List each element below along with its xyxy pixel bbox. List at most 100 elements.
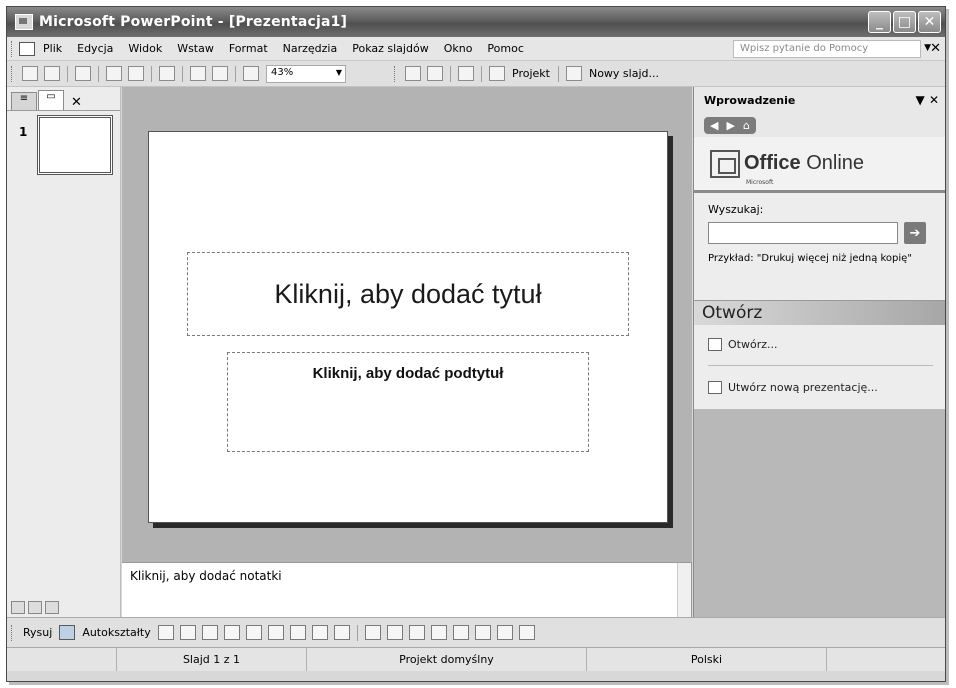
notes-scrollbar[interactable] (677, 563, 691, 617)
standard-toolbar: 43% ▼ Projekt Nowy slajd... (7, 61, 945, 87)
back-icon[interactable]: ◀ (710, 119, 718, 132)
menu-slideshow[interactable]: Pokaz slajdów (352, 42, 428, 55)
zoom-dropdown-icon[interactable]: ▼ (336, 68, 342, 77)
picture-icon[interactable] (333, 625, 350, 640)
tab-slides[interactable]: ▭ (38, 90, 64, 110)
task-pane-header: Wprowadzenie ▼ ✕ (694, 87, 945, 113)
document-close-icon[interactable]: ✕ (930, 41, 941, 56)
copy-icon[interactable] (106, 66, 122, 81)
normal-view-icon[interactable] (11, 601, 25, 614)
task-pane-menu-icon[interactable]: ▼ ✕ (916, 93, 939, 107)
shadow-icon[interactable] (496, 625, 513, 640)
search-go-button[interactable]: ➔ (904, 222, 926, 244)
status-language: Polski (587, 648, 827, 671)
3d-icon[interactable] (518, 625, 535, 640)
line-color-icon[interactable] (386, 625, 403, 640)
status-design: Projekt domyślny (307, 648, 587, 671)
search-input[interactable] (708, 222, 898, 244)
diagram-icon[interactable] (289, 625, 306, 640)
design-icon[interactable] (489, 66, 505, 81)
print-icon[interactable] (75, 66, 91, 81)
insert-table-icon[interactable] (212, 66, 228, 81)
insert-chart-icon[interactable] (190, 66, 206, 81)
design-button[interactable]: Projekt (512, 67, 550, 80)
close-button[interactable]: ✕ (918, 11, 941, 33)
toolbar-separator (557, 65, 559, 82)
arrow-icon[interactable] (179, 625, 196, 640)
search-section: Wyszukaj: ➔ Przykład: "Drukuj więcej niż… (694, 193, 945, 301)
undo-icon[interactable] (159, 66, 175, 81)
line-style-icon[interactable] (430, 625, 447, 640)
textbox-icon[interactable] (245, 625, 262, 640)
powerpoint-app-icon[interactable] (15, 14, 33, 30)
fill-color-icon[interactable] (364, 625, 381, 640)
select-objects-icon[interactable] (59, 625, 76, 640)
office-online-logo[interactable]: Office Online (694, 137, 945, 193)
font-color-icon[interactable] (408, 625, 425, 640)
notes-pane[interactable]: Kliknij, aby dodać notatki (122, 562, 692, 617)
new-slide-button[interactable]: Nowy slajd... (589, 67, 659, 80)
clipart-icon[interactable] (311, 625, 328, 640)
oval-icon[interactable] (223, 625, 240, 640)
menu-format[interactable]: Format (229, 42, 268, 55)
grid-icon[interactable] (243, 66, 259, 81)
paste-icon[interactable] (128, 66, 144, 81)
wordart-icon[interactable] (267, 625, 284, 640)
slide-thumbnail[interactable] (37, 115, 113, 175)
menu-bar: Plik Edycja Widok Wstaw Format Narzędzia… (7, 37, 945, 61)
forward-icon[interactable]: ▶ (726, 119, 734, 132)
menu-file[interactable]: Plik (43, 42, 62, 55)
subtitle-placeholder[interactable]: Kliknij, aby dodać podtytuł (227, 352, 589, 452)
sorter-view-icon[interactable] (28, 601, 42, 614)
office-logo-icon (710, 149, 740, 178)
rectangle-icon[interactable] (201, 625, 218, 640)
maximize-button[interactable]: □ (893, 11, 916, 33)
zoom-select[interactable]: 43% ▼ (266, 64, 346, 83)
slide-canvas[interactable]: Kliknij, aby dodać tytuł Kliknij, aby do… (148, 131, 668, 523)
menu-window[interactable]: Okno (444, 42, 473, 55)
document-icon[interactable] (19, 41, 35, 56)
drawbar-grip[interactable] (11, 624, 14, 641)
toolbar-grip[interactable] (394, 65, 397, 82)
status-resize-grip[interactable] (827, 648, 945, 671)
menu-edit[interactable]: Edycja (77, 42, 113, 55)
help-search-input[interactable]: Wpisz pytanie do Pomocy (733, 40, 921, 58)
home-icon[interactable]: ⌂ (743, 119, 750, 132)
pane-tabs: ≡ ▭ ✕ (7, 87, 120, 111)
line-icon[interactable] (157, 625, 174, 640)
new-slide-icon[interactable] (565, 66, 582, 81)
menu-help[interactable]: Pomoc (487, 42, 523, 55)
new-presentation-link[interactable]: Utwórz nową prezentację... (708, 372, 933, 402)
task-pane-title[interactable]: Wprowadzenie (704, 94, 795, 107)
toolbar-separator (235, 65, 236, 82)
window-title: Microsoft PowerPoint - [Prezentacja1] (39, 14, 348, 30)
draw-menu-button[interactable]: Rysuj (23, 626, 52, 639)
arrow-style-icon[interactable] (474, 625, 491, 640)
numbering-icon[interactable] (405, 66, 421, 81)
view-buttons (11, 601, 59, 614)
tab-outline[interactable]: ≡ (11, 92, 37, 110)
toolbar-separator (67, 65, 68, 82)
status-bar: Slajd 1 z 1 Projekt domyślny Polski (7, 647, 945, 671)
toolbar-separator (151, 65, 152, 82)
minimize-button[interactable]: _ (868, 11, 891, 33)
autoshapes-button[interactable]: Autokształty (82, 626, 150, 639)
new-icon[interactable] (22, 66, 38, 81)
menu-view[interactable]: Widok (128, 42, 162, 55)
open-icon[interactable] (44, 66, 60, 81)
title-bar[interactable]: Microsoft PowerPoint - [Prezentacja1] _ … (7, 7, 945, 37)
bullets-icon[interactable] (427, 66, 443, 81)
dash-style-icon[interactable] (452, 625, 469, 640)
menu-tools[interactable]: Narzędzia (283, 42, 338, 55)
menu-insert[interactable]: Wstaw (177, 42, 214, 55)
open-link[interactable]: Otwórz... (708, 329, 933, 359)
slideshow-view-icon[interactable] (45, 601, 59, 614)
toolbar-grip[interactable] (11, 65, 14, 82)
status-empty-cell (7, 648, 117, 671)
menu-grip[interactable] (11, 40, 14, 57)
search-example: Przykład: "Drukuj więcej niż jedną kopię… (708, 253, 912, 264)
indent-icon[interactable] (458, 66, 474, 81)
open-link-label: Otwórz... (728, 337, 778, 351)
pane-close-icon[interactable]: ✕ (71, 95, 82, 110)
title-placeholder[interactable]: Kliknij, aby dodać tytuł (187, 252, 629, 336)
